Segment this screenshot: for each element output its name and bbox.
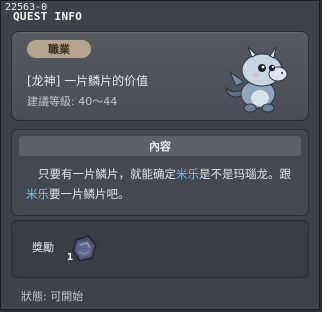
reward-panel: 獎勵 1 (11, 220, 309, 278)
description-segment: 要一片鳞片吧。 (49, 187, 130, 201)
quest-status: 狀態: 可開始 (21, 290, 84, 303)
quest-summary-panel: 職業 [龙神] 一片鳞片的价值 建議等級: 40～44 (11, 31, 309, 121)
npc-name-link: 米乐 (176, 167, 199, 181)
reward-item-slot[interactable]: 1 (66, 231, 100, 265)
job-badge: 職業 (27, 40, 91, 58)
required-level: 建議等級: 40～44 (27, 95, 118, 108)
quest-info-window: 22563-0 QUEST INFO 職業 [龙神] 一片鳞片的价值 建議等級:… (0, 0, 320, 310)
reward-label: 獎勵 (32, 241, 54, 254)
npc-name-link: 米乐 (26, 187, 49, 201)
reward-count: 1 (67, 252, 74, 263)
content-header: 內容 (19, 136, 301, 156)
window-title: QUEST INFO (13, 10, 83, 23)
baby-dragon-icon (222, 44, 300, 116)
content-panel: 內容 只要有一片鳞片，就能确定米乐是不是玛瑙龙。跟米乐要一片鳞片吧。 (11, 129, 309, 216)
description-segment: 只要有一片鳞片，就能确定 (38, 167, 176, 181)
description-segment: 是不是玛瑙龙。跟 (199, 167, 291, 181)
quest-name: [龙神] 一片鳞片的价值 (27, 74, 149, 88)
quest-description: 只要有一片鳞片，就能确定米乐是不是玛瑙龙。跟米乐要一片鳞片吧。 (26, 164, 296, 204)
